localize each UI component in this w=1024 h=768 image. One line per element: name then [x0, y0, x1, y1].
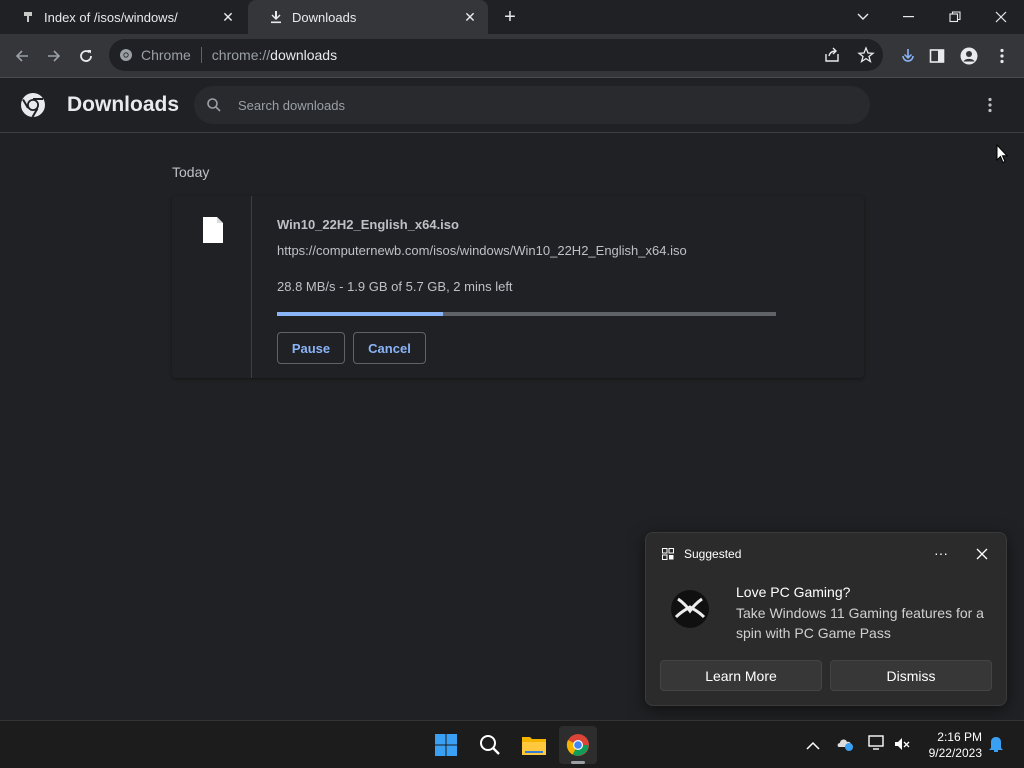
taskbar: 2:16 PM 9/22/2023 [0, 720, 1024, 768]
web-icon [20, 9, 36, 25]
browser-toolbar: Chrome chrome:// downloads [0, 34, 1024, 78]
dismiss-button[interactable]: Dismiss [830, 660, 992, 691]
active-app-indicator [571, 761, 585, 764]
file-icon-column [172, 196, 252, 378]
volume-muted-icon[interactable] [894, 736, 910, 757]
forward-icon[interactable] [40, 42, 68, 70]
notification-body: Take Windows 11 Gaming features for a sp… [736, 605, 984, 641]
profile-icon[interactable] [955, 42, 983, 70]
download-progress-fill [277, 312, 444, 316]
restore-icon[interactable] [932, 0, 978, 34]
search-icon [206, 97, 222, 113]
start-icon[interactable] [427, 726, 465, 764]
date-group-heading: Today [172, 164, 210, 180]
search-taskbar-icon[interactable] [471, 726, 509, 764]
xbox-icon [670, 589, 710, 634]
show-hidden-icons-icon[interactable] [806, 738, 820, 756]
clock-date: 9/22/2023 [928, 746, 982, 760]
notification-header: Suggested [662, 547, 741, 561]
onedrive-icon[interactable] [836, 736, 854, 757]
clock-time: 2:16 PM [937, 730, 982, 744]
url-host: downloads [270, 47, 338, 63]
back-icon[interactable] [8, 42, 36, 70]
downloads-toolbar-icon[interactable] [894, 42, 922, 70]
download-progress-bar [277, 312, 776, 316]
close-tab-icon[interactable]: ✕ [460, 7, 480, 27]
tab-strip: Index of /isos/windows/ ✕ Downloads ✕ + [0, 0, 1024, 34]
page-title: Downloads [67, 93, 180, 116]
chip-label: Chrome [141, 47, 191, 63]
new-tab-button[interactable]: + [498, 5, 522, 29]
reload-icon[interactable] [72, 42, 100, 70]
tab-downloads[interactable]: Downloads ✕ [248, 0, 488, 34]
close-notification-icon[interactable] [976, 547, 988, 565]
tab-label: Downloads [292, 9, 357, 25]
tab-index-of-isos[interactable]: Index of /isos/windows/ ✕ [0, 0, 246, 34]
notification-header-label: Suggested [684, 547, 742, 561]
search-downloads-input[interactable]: Search downloads [194, 86, 870, 124]
tab-label: Index of /isos/windows/ [44, 9, 178, 25]
divider [200, 47, 202, 63]
notifications-bell-icon[interactable] [988, 735, 1004, 758]
close-window-icon[interactable] [978, 0, 1024, 34]
close-tab-icon[interactable]: ✕ [218, 7, 238, 27]
download-icon [268, 9, 284, 25]
chrome-taskbar-icon[interactable] [559, 726, 597, 764]
downloads-more-icon[interactable] [984, 96, 996, 119]
bookmark-star-icon[interactable] [857, 46, 875, 67]
notification-title: Love PC Gaming? [736, 584, 851, 600]
learn-more-button[interactable]: Learn More [660, 660, 822, 691]
chrome-icon [120, 49, 132, 61]
cancel-button[interactable]: Cancel [353, 332, 426, 364]
network-icon[interactable] [868, 735, 886, 756]
mouse-cursor-icon [996, 143, 1009, 169]
chrome-chip[interactable]: Chrome [119, 47, 191, 63]
share-icon[interactable] [823, 46, 841, 67]
file-icon [202, 216, 224, 249]
more-options-icon[interactable]: ··· [934, 545, 948, 561]
file-explorer-icon[interactable] [515, 726, 553, 764]
download-url[interactable]: https://computernewb.com/isos/windows/Wi… [277, 243, 687, 258]
address-bar[interactable]: Chrome chrome:// downloads [109, 39, 883, 71]
chrome-menu-icon[interactable] [988, 42, 1016, 70]
url-scheme: chrome:// [211, 47, 271, 63]
download-item: Win10_22H2_English_x64.iso https://compu… [172, 196, 864, 378]
search-placeholder: Search downloads [238, 97, 345, 113]
download-status: 28.8 MB/s - 1.9 GB of 5.7 GB, 2 mins lef… [277, 279, 513, 294]
download-filename[interactable]: Win10_22H2_English_x64.iso [277, 217, 459, 232]
widgets-icon [662, 548, 674, 560]
minimize-icon[interactable] [886, 0, 932, 34]
system-clock[interactable]: 2:16 PM 9/22/2023 [920, 729, 982, 761]
tab-search-icon[interactable] [840, 0, 886, 34]
suggestion-notification: Suggested ··· Love PC Gaming? Take Windo… [645, 532, 1007, 706]
chrome-logo-icon [20, 92, 46, 123]
pause-button[interactable]: Pause [277, 332, 345, 364]
downloads-header: Downloads Search downloads [0, 78, 1024, 133]
side-panel-icon[interactable] [923, 42, 951, 70]
